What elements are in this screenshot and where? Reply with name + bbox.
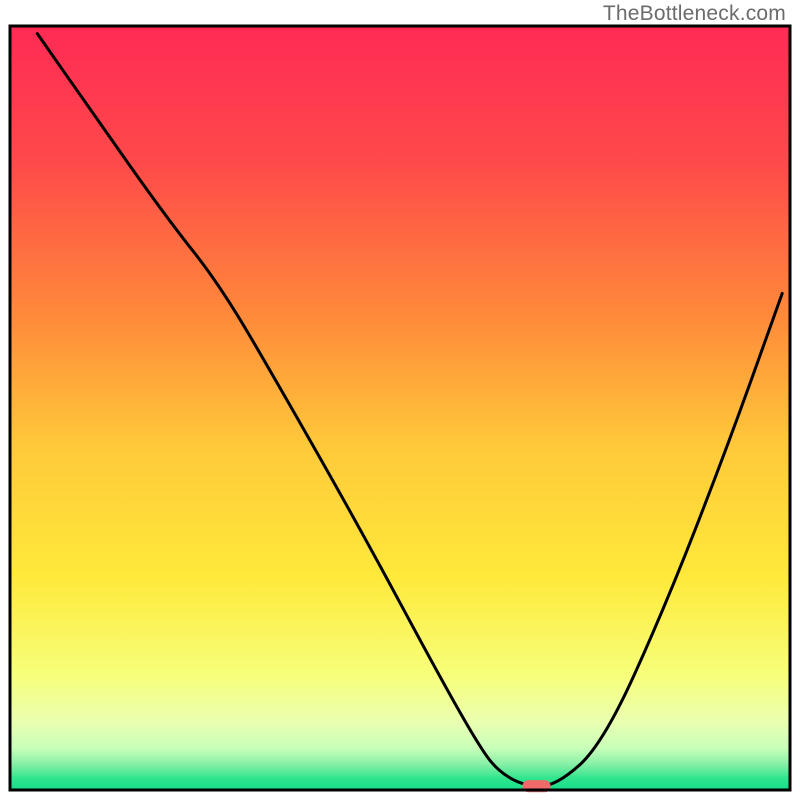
bottleneck-chart: TheBottleneck.com bbox=[0, 0, 800, 800]
gradient-background bbox=[10, 26, 790, 790]
watermark-text: TheBottleneck.com bbox=[603, 2, 786, 26]
chart-svg bbox=[0, 0, 800, 800]
